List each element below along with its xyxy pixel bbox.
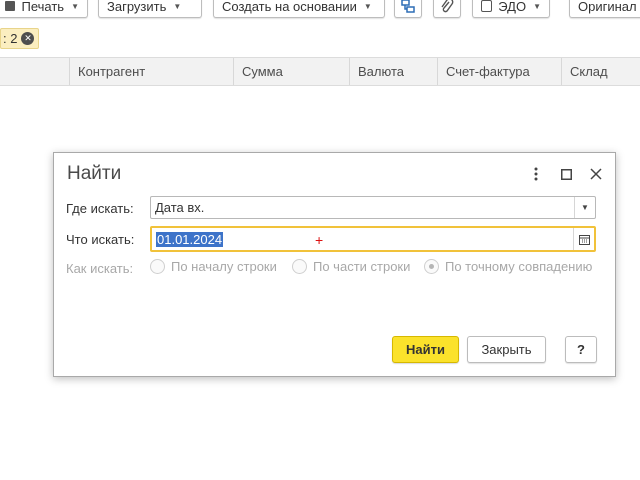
maximize-icon[interactable]	[557, 165, 575, 183]
dropdown-arrow-icon: ▼	[533, 1, 541, 11]
edo-icon	[481, 0, 493, 12]
dialog-title: Найти	[67, 163, 122, 184]
what-value: 01.01.2024	[156, 232, 224, 247]
radio-circle-selected	[424, 259, 439, 274]
column-header-currency[interactable]: Валюта	[349, 58, 437, 85]
how-label: Как искать:	[66, 261, 134, 276]
column-header-counterparty[interactable]: Контрагент	[69, 58, 233, 85]
where-value: Дата вх.	[155, 200, 205, 215]
print-button[interactable]: Печать ▼	[0, 0, 88, 18]
dropdown-arrow-icon: ▼	[71, 1, 79, 11]
more-actions-icon[interactable]	[527, 165, 545, 183]
structure-button[interactable]	[394, 0, 422, 18]
table-header: Контрагент Сумма Валюта Счет-фактура Скл…	[0, 57, 640, 86]
what-label: Что искать:	[66, 232, 135, 247]
close-icon[interactable]	[587, 165, 605, 183]
close-button[interactable]: Закрыть	[467, 336, 546, 363]
create-based-on-button[interactable]: Создать на основании ▼	[213, 0, 385, 18]
dropdown-arrow-icon[interactable]: ▼	[574, 197, 595, 218]
radio-starts-with[interactable]: По началу строки	[150, 259, 277, 274]
find-dialog: Найти Где искать: Дата вх. ▼ Что искать:…	[53, 152, 616, 377]
edo-button[interactable]: ЭДО ▼	[472, 0, 550, 18]
attach-files-button[interactable]	[433, 0, 461, 18]
column-header-amount[interactable]: Сумма	[233, 58, 349, 85]
radio-exact-match[interactable]: По точному совпадению	[424, 259, 592, 274]
column-header-warehouse[interactable]: Склад	[561, 58, 640, 85]
clear-filter-icon[interactable]: ✕	[21, 32, 35, 45]
toolbar: Печать ▼ Загрузить ▼ Создать на основани…	[0, 0, 640, 20]
radio-contains[interactable]: По части строки	[292, 259, 410, 274]
mouse-cursor: +	[315, 232, 324, 248]
paperclip-icon	[441, 0, 454, 13]
original-button[interactable]: Оригинал	[569, 0, 640, 18]
printer-icon	[5, 1, 16, 11]
where-select[interactable]: Дата вх. ▼	[150, 196, 596, 219]
what-input[interactable]: 01.01.2024	[150, 226, 596, 252]
where-label: Где искать:	[66, 201, 134, 216]
column-header-invoice[interactable]: Счет-фактура	[437, 58, 561, 85]
load-button[interactable]: Загрузить ▼	[98, 0, 202, 18]
find-button[interactable]: Найти	[392, 336, 459, 363]
radio-circle	[150, 259, 165, 274]
hierarchy-icon	[401, 0, 415, 13]
calendar-icon[interactable]	[573, 228, 594, 250]
dropdown-arrow-icon: ▼	[173, 1, 182, 11]
filter-chip[interactable]: : 2 ✕	[0, 28, 40, 49]
radio-circle	[292, 259, 307, 274]
help-button[interactable]: ?	[565, 336, 597, 363]
dropdown-arrow-icon: ▼	[363, 1, 372, 11]
